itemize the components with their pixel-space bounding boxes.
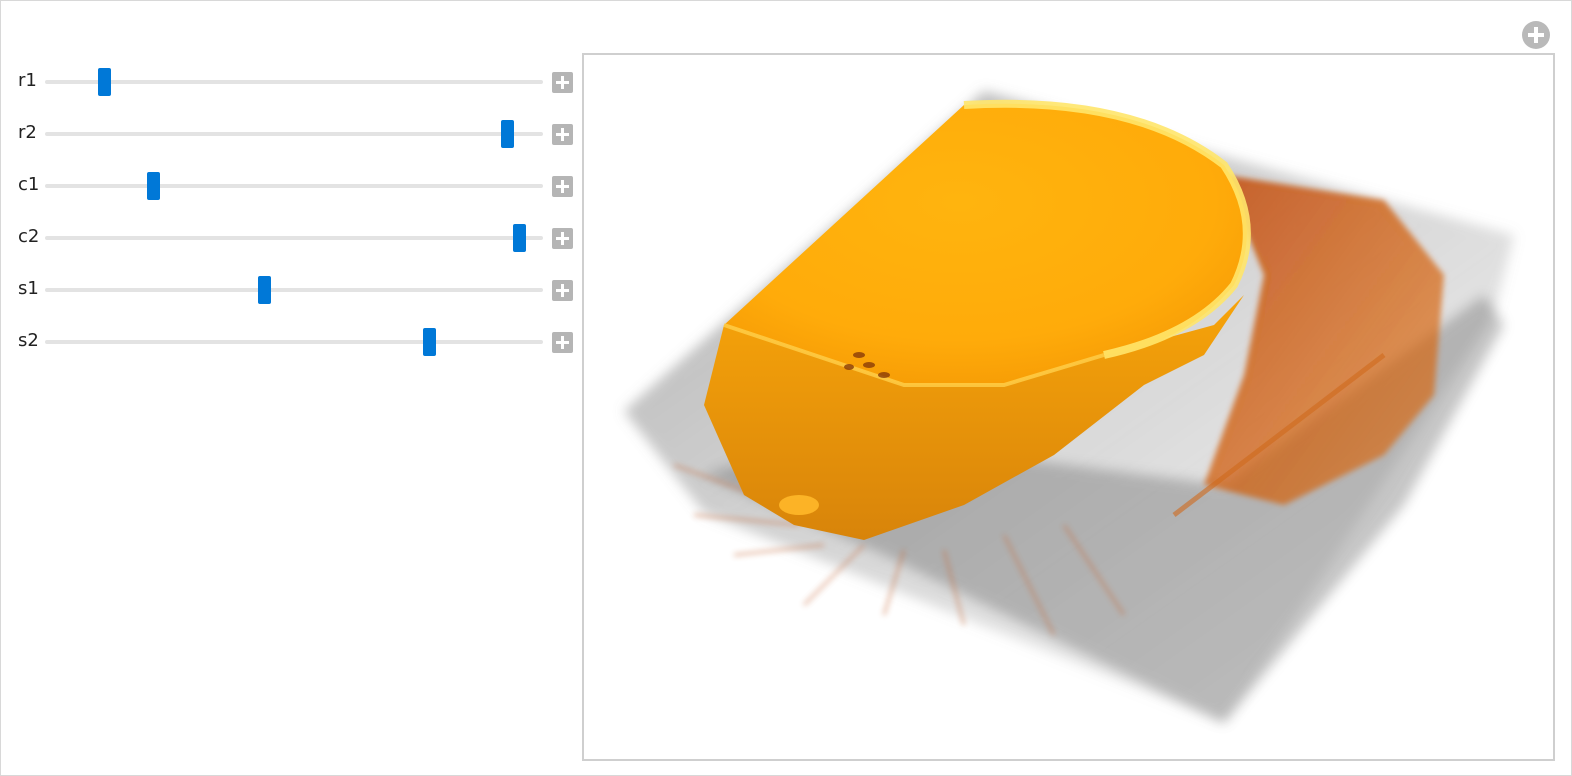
control-label: r2 bbox=[18, 122, 37, 143]
slider-thumb[interactable] bbox=[98, 68, 111, 96]
expand-control-button[interactable] bbox=[552, 72, 573, 93]
expand-control-button[interactable] bbox=[552, 176, 573, 197]
control-row-c2: c2 bbox=[1, 223, 581, 253]
slider-track[interactable] bbox=[45, 224, 543, 252]
control-label: r1 bbox=[18, 70, 37, 91]
slider-thumb[interactable] bbox=[513, 224, 526, 252]
volume-render-graphic bbox=[624, 91, 1514, 723]
volume-render-view[interactable] bbox=[582, 53, 1555, 761]
expand-control-button[interactable] bbox=[552, 124, 573, 145]
add-options-icon[interactable] bbox=[1522, 21, 1550, 49]
slider-thumb[interactable] bbox=[258, 276, 271, 304]
expand-control-button[interactable] bbox=[552, 228, 573, 249]
slider-track[interactable] bbox=[45, 328, 543, 356]
control-label: s1 bbox=[18, 278, 39, 299]
control-label: c1 bbox=[18, 174, 40, 195]
control-row-s1: s1 bbox=[1, 275, 581, 305]
control-row-s2: s2 bbox=[1, 327, 581, 357]
nose-tip bbox=[779, 495, 819, 515]
slider-thumb[interactable] bbox=[423, 328, 436, 356]
control-row-r2: r2 bbox=[1, 119, 581, 149]
manipulate-frame: r1 r2 c1 c2 s1 s2 bbox=[0, 0, 1572, 776]
slider-thumb[interactable] bbox=[501, 120, 514, 148]
slider-track[interactable] bbox=[45, 276, 543, 304]
expand-control-button[interactable] bbox=[552, 280, 573, 301]
slider-track[interactable] bbox=[45, 172, 543, 200]
control-row-r1: r1 bbox=[1, 67, 581, 97]
slider-track[interactable] bbox=[45, 120, 543, 148]
control-label: c2 bbox=[18, 226, 40, 247]
control-label: s2 bbox=[18, 330, 39, 351]
expand-control-button[interactable] bbox=[552, 332, 573, 353]
control-row-c1: c1 bbox=[1, 171, 581, 201]
slider-thumb[interactable] bbox=[147, 172, 160, 200]
slider-track[interactable] bbox=[45, 68, 543, 96]
